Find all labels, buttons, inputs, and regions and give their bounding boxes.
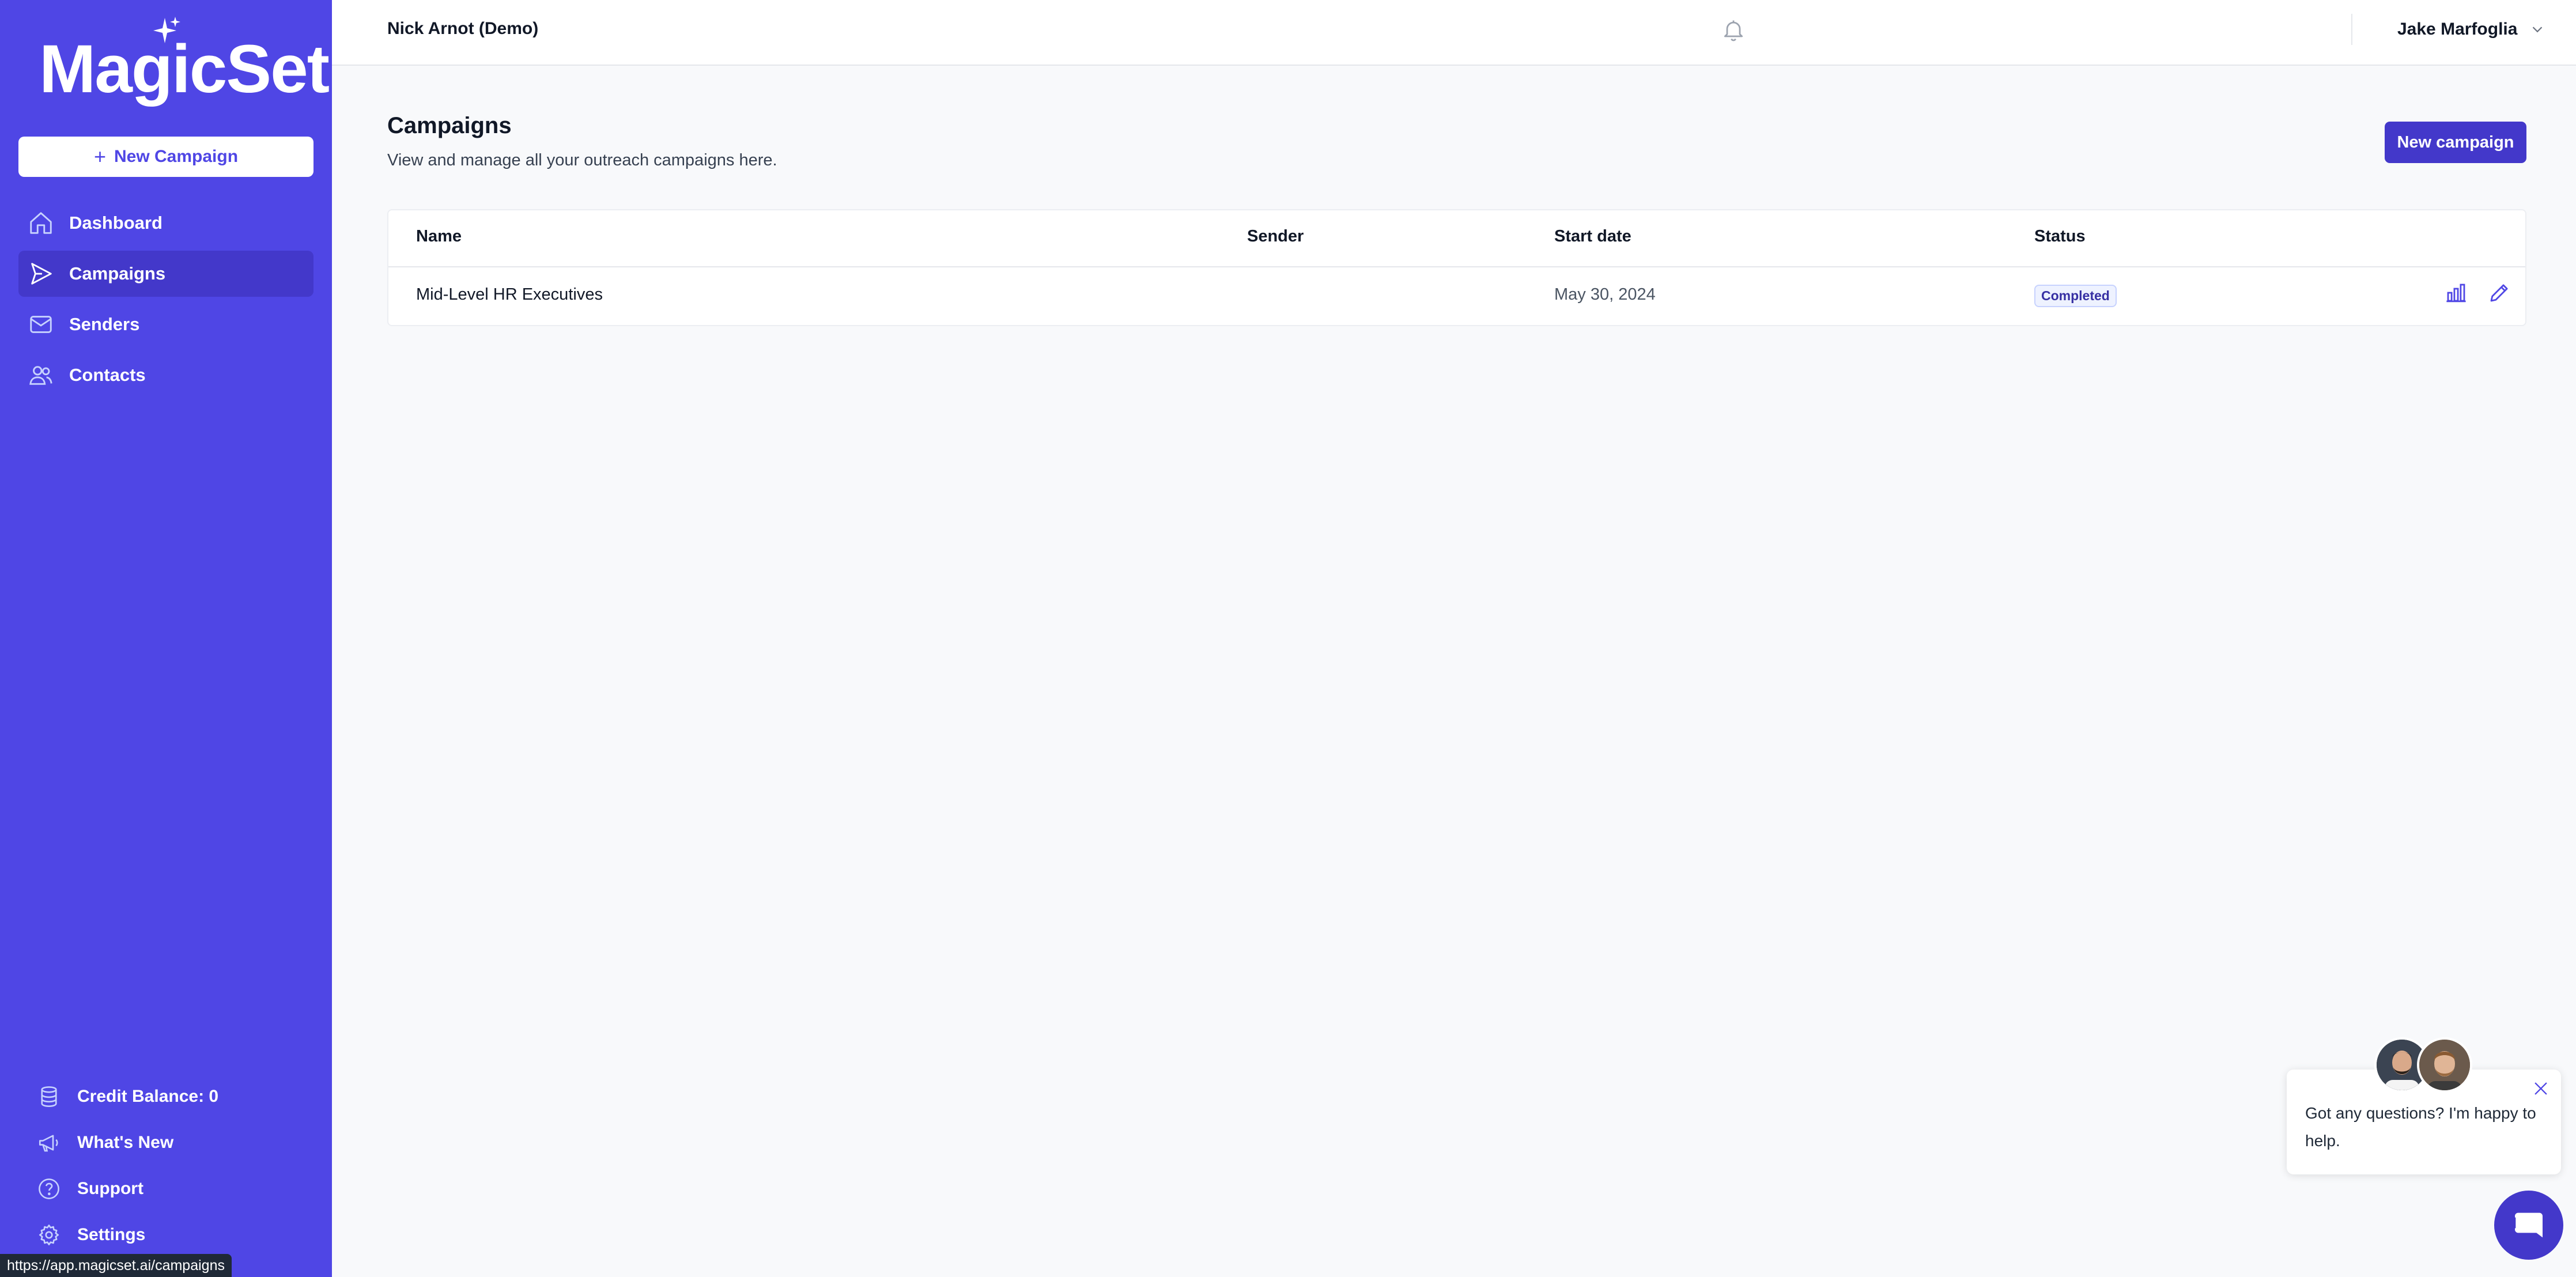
top-bar: Nick Arnot (Demo) Jake Marfoglia — [332, 0, 2576, 66]
gear-icon — [39, 1225, 59, 1245]
sparkle-icon — [153, 17, 180, 43]
plus-icon: + — [93, 145, 106, 168]
whats-new-label: What's New — [77, 1133, 174, 1152]
megaphone-icon — [39, 1135, 58, 1152]
sidebar-item-label: Contacts — [69, 365, 146, 385]
help-circle-icon — [39, 1178, 59, 1199]
magicset-logo[interactable]: MagicSet — [39, 13, 330, 107]
status-badge: Completed — [2034, 285, 2117, 307]
sidebar-item-senders[interactable]: Senders — [18, 301, 313, 347]
users-icon — [29, 366, 52, 385]
user-menu[interactable]: Jake Marfoglia — [2397, 16, 2546, 43]
mail-icon — [30, 316, 52, 333]
chat-bubble-icon — [2514, 1212, 2543, 1238]
support-label: Support — [77, 1179, 143, 1198]
new-campaign-sidebar-label: New Campaign — [114, 147, 239, 166]
settings-link[interactable]: Settings — [37, 1218, 145, 1252]
header-divider — [2351, 14, 2352, 45]
column-header-status: Status — [2034, 227, 2086, 245]
sidebar-item-dashboard[interactable]: Dashboard — [18, 200, 313, 246]
sidebar-item-label: Campaigns — [69, 263, 166, 284]
close-icon[interactable] — [2531, 1079, 2551, 1098]
chevron-down-icon — [2533, 27, 2543, 33]
header-divider — [388, 266, 2525, 267]
brand-name: MagicSet — [39, 31, 330, 107]
new-campaign-button[interactable]: New campaign — [2385, 122, 2526, 163]
chat-message-text: Got any questions? I'm happy to help. — [2305, 1104, 2536, 1150]
sidebar: MagicSet + New Campaign Dashboard Campai… — [0, 0, 332, 1277]
home-icon — [30, 212, 52, 234]
column-header-start-date: Start date — [1554, 227, 1631, 245]
settings-label: Settings — [77, 1225, 146, 1244]
support-link[interactable]: Support — [37, 1172, 143, 1206]
pencil-icon[interactable] — [2487, 281, 2511, 305]
send-icon — [31, 263, 52, 285]
user-name: Jake Marfoglia — [2397, 20, 2518, 39]
credit-balance-label: Credit Balance: 0 — [77, 1087, 219, 1106]
sidebar-item-contacts[interactable]: Contacts — [18, 352, 313, 398]
database-icon — [41, 1086, 57, 1107]
whats-new-link[interactable]: What's New — [37, 1125, 173, 1160]
credit-balance[interactable]: Credit Balance: 0 — [37, 1079, 218, 1114]
organization-name[interactable]: Nick Arnot (Demo) — [387, 19, 538, 39]
sidebar-item-label: Senders — [69, 314, 140, 334]
campaign-start-date: May 30, 2024 — [1554, 285, 1656, 304]
page-subtitle: View and manage all your outreach campai… — [387, 151, 777, 169]
sidebar-item-campaigns[interactable]: Campaigns — [18, 251, 313, 297]
chat-launcher-button[interactable] — [2494, 1191, 2563, 1260]
avatar — [2417, 1037, 2472, 1093]
new-campaign-sidebar-button[interactable]: + New Campaign — [18, 137, 313, 177]
bell-icon[interactable] — [1721, 16, 1746, 44]
column-header-name: Name — [416, 227, 462, 245]
sidebar-item-label: Dashboard — [69, 213, 163, 233]
page-title: Campaigns — [387, 113, 512, 138]
bar-chart-icon[interactable] — [2444, 281, 2468, 305]
chat-agent-avatars — [2374, 1037, 2478, 1095]
column-header-sender: Sender — [1247, 227, 1304, 245]
campaigns-table: Name Sender Start date Status Mid-Level … — [387, 209, 2526, 326]
campaign-name[interactable]: Mid-Level HR Executives — [416, 285, 603, 304]
status-url-tooltip: https://app.magicset.ai/campaigns — [0, 1254, 232, 1277]
